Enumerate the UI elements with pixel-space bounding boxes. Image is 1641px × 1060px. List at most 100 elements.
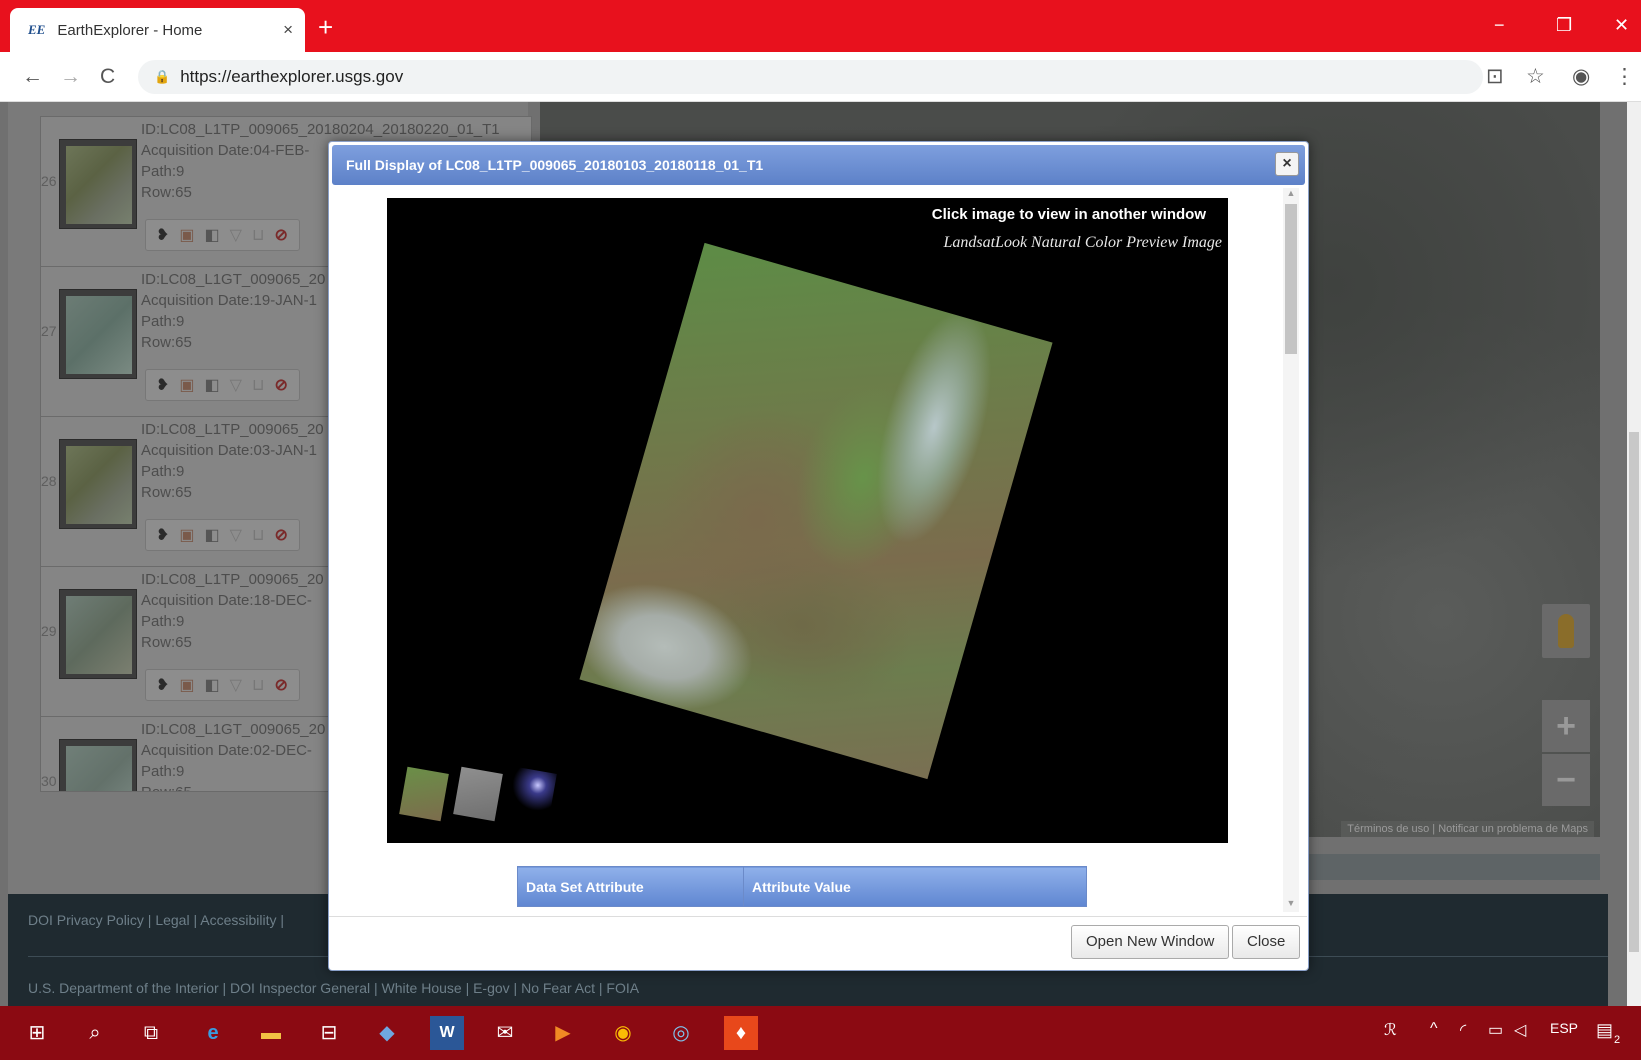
people-icon[interactable]: ℛ bbox=[1384, 1020, 1397, 1040]
result-thumbnail[interactable] bbox=[59, 589, 137, 679]
notification-center-icon[interactable]: ▤ bbox=[1596, 1020, 1613, 1041]
dialog-header[interactable]: Full Display of LC08_L1TP_009065_2018010… bbox=[332, 145, 1305, 185]
full-display-dialog: Full Display of LC08_L1TP_009065_2018010… bbox=[328, 141, 1309, 971]
cart-icon[interactable]: ⊔ bbox=[252, 375, 264, 395]
earth-app-icon[interactable]: ◎ bbox=[664, 1016, 698, 1050]
footer-links-row1[interactable]: DOI Privacy Policy | Legal | Accessibili… bbox=[28, 912, 284, 928]
pdf-app-icon[interactable]: ♦ bbox=[724, 1016, 758, 1050]
exclude-icon[interactable]: ⊘ bbox=[274, 525, 287, 545]
back-button[interactable]: ← bbox=[22, 62, 43, 92]
result-thumbnail[interactable] bbox=[59, 739, 137, 791]
cart-icon[interactable]: ⊔ bbox=[252, 525, 264, 545]
attributes-header-row: Data Set Attribute Attribute Value bbox=[517, 866, 1087, 907]
media-app-icon[interactable]: ▶ bbox=[546, 1016, 580, 1050]
zoom-in-button[interactable]: + bbox=[1542, 700, 1590, 752]
forward-button[interactable]: → bbox=[60, 62, 81, 92]
browse-icon[interactable]: ▣ bbox=[179, 225, 194, 245]
notes-app-icon[interactable]: ◆ bbox=[370, 1016, 404, 1050]
browse-icon[interactable]: ▣ bbox=[179, 375, 194, 395]
tab-strip: EE EarthExplorer - Home × + − ❐ ✕ bbox=[0, 0, 1641, 52]
footprint-icon[interactable]: ❥ bbox=[156, 675, 169, 695]
map-terms[interactable]: Términos de uso | Notificar un problema … bbox=[1341, 821, 1594, 837]
page-scrollbar[interactable] bbox=[1627, 102, 1641, 1006]
street-view-pegman-icon[interactable] bbox=[1542, 604, 1590, 658]
language-indicator[interactable]: ESP bbox=[1550, 1020, 1578, 1036]
result-thumbnail[interactable] bbox=[59, 139, 137, 229]
battery-icon[interactable]: ▭ bbox=[1488, 1020, 1503, 1040]
volume-icon[interactable]: ◁ bbox=[1514, 1020, 1526, 1040]
footprint-icon[interactable]: ❥ bbox=[156, 375, 169, 395]
window-close-button[interactable]: ✕ bbox=[1614, 10, 1629, 40]
footer-links-row2[interactable]: U.S. Department of the Interior | DOI In… bbox=[28, 980, 639, 996]
wifi-icon[interactable]: ◜ bbox=[1460, 1020, 1466, 1040]
result-acquisition-date: Acquisition Date:03-JAN-1 bbox=[141, 442, 317, 459]
result-row: Row:65 bbox=[141, 334, 192, 351]
translate-icon[interactable]: ⊡ bbox=[1486, 62, 1504, 92]
tray-expand-icon[interactable]: ^ bbox=[1430, 1020, 1438, 1038]
result-actions: ❥ ▣ ◧ ▽ ⊔ ⊘ bbox=[145, 219, 300, 251]
natural-color-thumbnail[interactable] bbox=[399, 766, 449, 822]
exclude-icon[interactable]: ⊘ bbox=[274, 375, 287, 395]
task-view-icon[interactable]: ⧉ bbox=[134, 1016, 168, 1050]
chrome-icon[interactable]: ◉ bbox=[606, 1016, 640, 1050]
result-id: ID:LC08_L1GT_009065_20 bbox=[141, 721, 326, 738]
quality-thumbnail[interactable] bbox=[507, 766, 557, 822]
metadata-icon[interactable]: ◧ bbox=[205, 675, 220, 695]
page-scrollbar-thumb[interactable] bbox=[1629, 432, 1639, 952]
result-thumbnail[interactable] bbox=[59, 289, 137, 379]
address-bar[interactable]: 🔒 https://earthexplorer.usgs.gov bbox=[138, 60, 1483, 94]
landsat-preview-image[interactable]: Click image to view in another window La… bbox=[387, 198, 1228, 843]
attributes-table: Data Set Attribute Attribute Value bbox=[517, 866, 1087, 907]
result-meta: ID:LC08_L1GT_009065_20 Acquisition Date:… bbox=[141, 269, 325, 353]
browse-icon[interactable]: ▣ bbox=[179, 525, 194, 545]
dialog-close-icon[interactable]: × bbox=[1275, 152, 1299, 176]
word-icon[interactable]: W bbox=[430, 1016, 464, 1050]
maximize-button[interactable]: ❐ bbox=[1556, 10, 1572, 40]
exclude-icon[interactable]: ⊘ bbox=[274, 675, 287, 695]
bulk-download-icon[interactable]: ▽ bbox=[230, 525, 242, 545]
scroll-up-icon[interactable]: ▲ bbox=[1283, 188, 1299, 202]
file-explorer-icon[interactable]: ▬ bbox=[254, 1016, 288, 1050]
grayscale-thumbnail[interactable] bbox=[453, 766, 503, 822]
result-thumbnail[interactable] bbox=[59, 439, 137, 529]
exclude-icon[interactable]: ⊘ bbox=[274, 225, 287, 245]
close-button[interactable]: Close bbox=[1232, 925, 1301, 959]
scroll-down-icon[interactable]: ▼ bbox=[1283, 898, 1299, 912]
edge-browser-icon[interactable]: e bbox=[196, 1016, 230, 1050]
bulk-download-icon[interactable]: ▽ bbox=[230, 675, 242, 695]
result-id: ID:LC08_L1TP_009065_20180204_20180220_01… bbox=[141, 121, 500, 138]
open-new-window-button[interactable]: Open New Window bbox=[1071, 925, 1230, 959]
browse-icon[interactable]: ▣ bbox=[179, 675, 194, 695]
store-icon[interactable]: ⊟ bbox=[312, 1016, 346, 1050]
result-row: Row:65 bbox=[141, 782, 325, 791]
reload-button[interactable]: C bbox=[100, 62, 115, 92]
metadata-icon[interactable]: ◧ bbox=[205, 375, 220, 395]
bulk-download-icon[interactable]: ▽ bbox=[230, 375, 242, 395]
cart-icon[interactable]: ⊔ bbox=[252, 225, 264, 245]
result-path: Path:9 bbox=[141, 463, 185, 480]
minimize-button[interactable]: − bbox=[1494, 10, 1505, 40]
start-windows-icon[interactable]: ⊞ bbox=[20, 1016, 54, 1050]
bookmark-star-icon[interactable]: ☆ bbox=[1526, 62, 1545, 92]
footprint-icon[interactable]: ❥ bbox=[156, 525, 169, 545]
zoom-out-button[interactable]: − bbox=[1542, 754, 1590, 806]
metadata-icon[interactable]: ◧ bbox=[205, 525, 220, 545]
result-meta: ID:LC08_L1TP_009065_20 Acquisition Date:… bbox=[141, 569, 324, 653]
result-path: Path:9 bbox=[141, 613, 185, 630]
new-tab-button[interactable]: + bbox=[318, 10, 333, 44]
metadata-icon[interactable]: ◧ bbox=[205, 225, 220, 245]
tab-close-icon[interactable]: × bbox=[283, 20, 293, 40]
bulk-download-icon[interactable]: ▽ bbox=[230, 225, 242, 245]
preview-hint: Click image to view in another window bbox=[931, 206, 1206, 223]
mail-icon[interactable]: ✉ bbox=[488, 1016, 522, 1050]
dialog-title: Full Display of LC08_L1TP_009065_2018010… bbox=[346, 157, 764, 173]
search-icon[interactable]: ⌕ bbox=[78, 1016, 112, 1050]
browser-menu-icon[interactable]: ⋮ bbox=[1614, 62, 1635, 92]
account-icon[interactable]: ◉ bbox=[1572, 62, 1590, 92]
cart-icon[interactable]: ⊔ bbox=[252, 675, 264, 695]
scene-image bbox=[579, 242, 1053, 780]
dialog-scrollbar[interactable]: ▲ ▼ bbox=[1283, 188, 1299, 912]
dialog-scrollbar-thumb[interactable] bbox=[1285, 204, 1297, 354]
browser-tab[interactable]: EE EarthExplorer - Home × bbox=[10, 8, 305, 52]
footprint-icon[interactable]: ❥ bbox=[156, 225, 169, 245]
